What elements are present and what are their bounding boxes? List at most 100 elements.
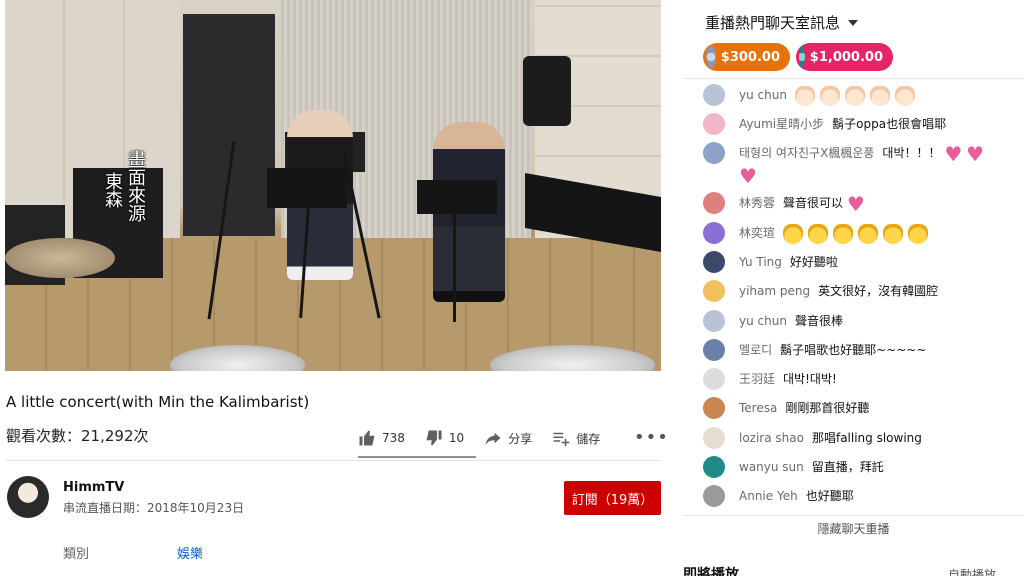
chat-header-dropdown[interactable]: 重播熱門聊天室訊息 xyxy=(705,12,859,33)
superchat-amount: $1,000.00 xyxy=(809,49,883,65)
video-scene-stand-pole-2 xyxy=(453,214,456,322)
watermark-line-1: 畫面來源 xyxy=(125,150,146,222)
video-actions: 738 10 分享 儲存 xyxy=(358,420,620,456)
save-label: 儲存 xyxy=(576,431,601,446)
share-button[interactable]: 分享 xyxy=(484,429,532,447)
youtube-watch-page: 畫面來源 東森 A little concert(with Min the Ka… xyxy=(0,0,1024,576)
author-avatar[interactable] xyxy=(703,142,725,164)
author-name[interactable]: yu chun xyxy=(739,314,787,328)
author-avatar[interactable] xyxy=(703,222,725,244)
author-avatar[interactable] xyxy=(703,397,725,419)
message-text: 那唱falling slowing xyxy=(811,431,922,445)
subscribe-button[interactable]: 訂閱（19萬） xyxy=(564,481,661,515)
author-avatar[interactable] xyxy=(703,280,725,302)
clapping-hands-icon xyxy=(819,85,840,106)
author-avatar[interactable] xyxy=(703,427,725,449)
video-scene-music-stand-2 xyxy=(417,180,497,214)
hide-chat-replay-button[interactable]: 隱藏聊天重播 xyxy=(683,520,1024,537)
more-actions-button[interactable]: ••• xyxy=(634,427,669,448)
heart-icon: ♥ xyxy=(944,141,963,166)
chat-message: yu chun xyxy=(703,84,1021,106)
video-title: A little concert(with Min the Kalimbaris… xyxy=(6,393,310,411)
share-icon xyxy=(485,432,501,445)
heart-icon: ♥ xyxy=(846,191,865,216)
author-avatar[interactable] xyxy=(703,485,725,507)
author-name[interactable]: 林秀蓉 xyxy=(739,196,775,210)
author-name[interactable]: Yu Ting xyxy=(739,255,782,269)
clapping-hands-icon xyxy=(908,223,929,244)
chat-message: Ayumi星晴小步 鬍子oppa也很會唱耶 xyxy=(703,113,1021,135)
superchat-amount: $300.00 xyxy=(720,49,780,65)
like-count: 738 xyxy=(382,431,405,445)
heart-icon: ♥ xyxy=(739,163,757,188)
thumbs-down-icon xyxy=(426,430,442,446)
chat-message: yu chun 聲音很棒 xyxy=(703,310,1021,332)
chat-message: Annie Yeh 也好聽耶 xyxy=(703,485,1021,507)
video-scene-door xyxy=(183,14,275,236)
category-label: 類別 xyxy=(63,547,90,562)
like-ratio-bar xyxy=(358,456,476,458)
author-name[interactable]: yu chun xyxy=(739,88,787,102)
chat-replay-panel: 重播熱門聊天室訊息 $300.00 $1,000.00 yu chun Ayum… xyxy=(683,0,1024,543)
share-label: 分享 xyxy=(508,431,533,446)
chat-message: yiham peng 英文很好，沒有韓國腔 xyxy=(703,280,1021,302)
author-avatar[interactable] xyxy=(703,456,725,478)
publish-date: 串流直播日期：2018年10月23日 xyxy=(63,501,245,515)
chat-divider xyxy=(683,515,1024,516)
author-name[interactable]: lozira shao xyxy=(739,431,804,445)
author-avatar[interactable] xyxy=(703,192,725,214)
video-player[interactable]: 畫面來源 東森 xyxy=(5,0,661,371)
info-divider xyxy=(5,460,661,461)
clapping-hands-icon xyxy=(858,223,879,244)
author-avatar[interactable] xyxy=(703,113,725,135)
dislike-button[interactable]: 10 xyxy=(425,429,464,447)
author-avatar[interactable] xyxy=(703,84,725,106)
superchat-ticker-2[interactable]: $1,000.00 xyxy=(796,43,893,71)
message-text: 대박！！！ xyxy=(882,146,941,160)
clapping-hands-icon xyxy=(883,223,904,244)
author-name[interactable]: Ayumi星晴小步 xyxy=(739,117,824,131)
author-name[interactable]: Teresa xyxy=(739,401,777,415)
heart-icon: ♥ xyxy=(966,141,985,166)
author-avatar[interactable] xyxy=(703,339,725,361)
author-name[interactable]: wanyu sun xyxy=(739,460,804,474)
author-avatar[interactable] xyxy=(703,310,725,332)
author-name[interactable]: 멜로디 xyxy=(739,343,772,357)
chat-header-title: 重播熱門聊天室訊息 xyxy=(705,14,841,32)
category-link[interactable]: 娛樂 xyxy=(177,543,203,562)
save-button[interactable]: 儲存 xyxy=(552,429,600,447)
autoplay-toggle[interactable]: 自動播放 xyxy=(948,566,996,576)
video-watermark: 畫面來源 東森 xyxy=(102,150,147,222)
clapping-hands-icon xyxy=(833,223,854,244)
watermark-line-2: 東森 xyxy=(102,172,123,208)
clapping-hands-icon xyxy=(869,85,890,106)
author-avatar[interactable] xyxy=(703,251,725,273)
channel-name[interactable]: HimmTV xyxy=(63,480,124,495)
author-name[interactable]: 林奕瑄 xyxy=(739,226,775,240)
chat-message: wanyu sun 留直播，拜託 xyxy=(703,456,1021,478)
message-text: 대박!대박! xyxy=(783,372,837,386)
chat-message: Teresa 剛剛那首很好聽 xyxy=(703,397,1021,419)
thumbs-up-icon xyxy=(359,430,375,446)
message-text: 也好聽耶 xyxy=(805,489,854,503)
view-count: 觀看次數：21,292次 xyxy=(6,427,149,445)
channel-avatar[interactable] xyxy=(7,476,49,518)
message-text: 剛剛那首很好聽 xyxy=(785,401,870,415)
author-avatar[interactable] xyxy=(703,368,725,390)
author-name[interactable]: Annie Yeh xyxy=(739,489,798,503)
chat-divider xyxy=(683,78,1024,79)
superchat-ticker-1[interactable]: $300.00 xyxy=(703,43,790,71)
video-scene-drum xyxy=(5,238,115,278)
like-button[interactable]: 738 xyxy=(358,429,405,447)
chat-message: lozira shao 那唱falling slowing xyxy=(703,427,1021,449)
author-name[interactable]: 태형의 여자친구X楓楓운풍 xyxy=(739,146,874,160)
author-name[interactable]: 王羽廷 xyxy=(739,372,775,386)
video-scene-music-stand xyxy=(267,168,347,208)
author-name[interactable]: yiham peng xyxy=(739,284,810,298)
message-text: 鬍子唱歌也好聽耶~~~~~ xyxy=(780,343,927,357)
superchat-avatar xyxy=(706,46,716,68)
message-text: 鬍子oppa也很會唱耶 xyxy=(832,117,947,131)
superchat-avatar xyxy=(799,46,805,68)
chat-message: Yu Ting 好好聽啦 xyxy=(703,251,1021,273)
chat-message: 멜로디 鬍子唱歌也好聽耶~~~~~ xyxy=(703,339,1021,361)
